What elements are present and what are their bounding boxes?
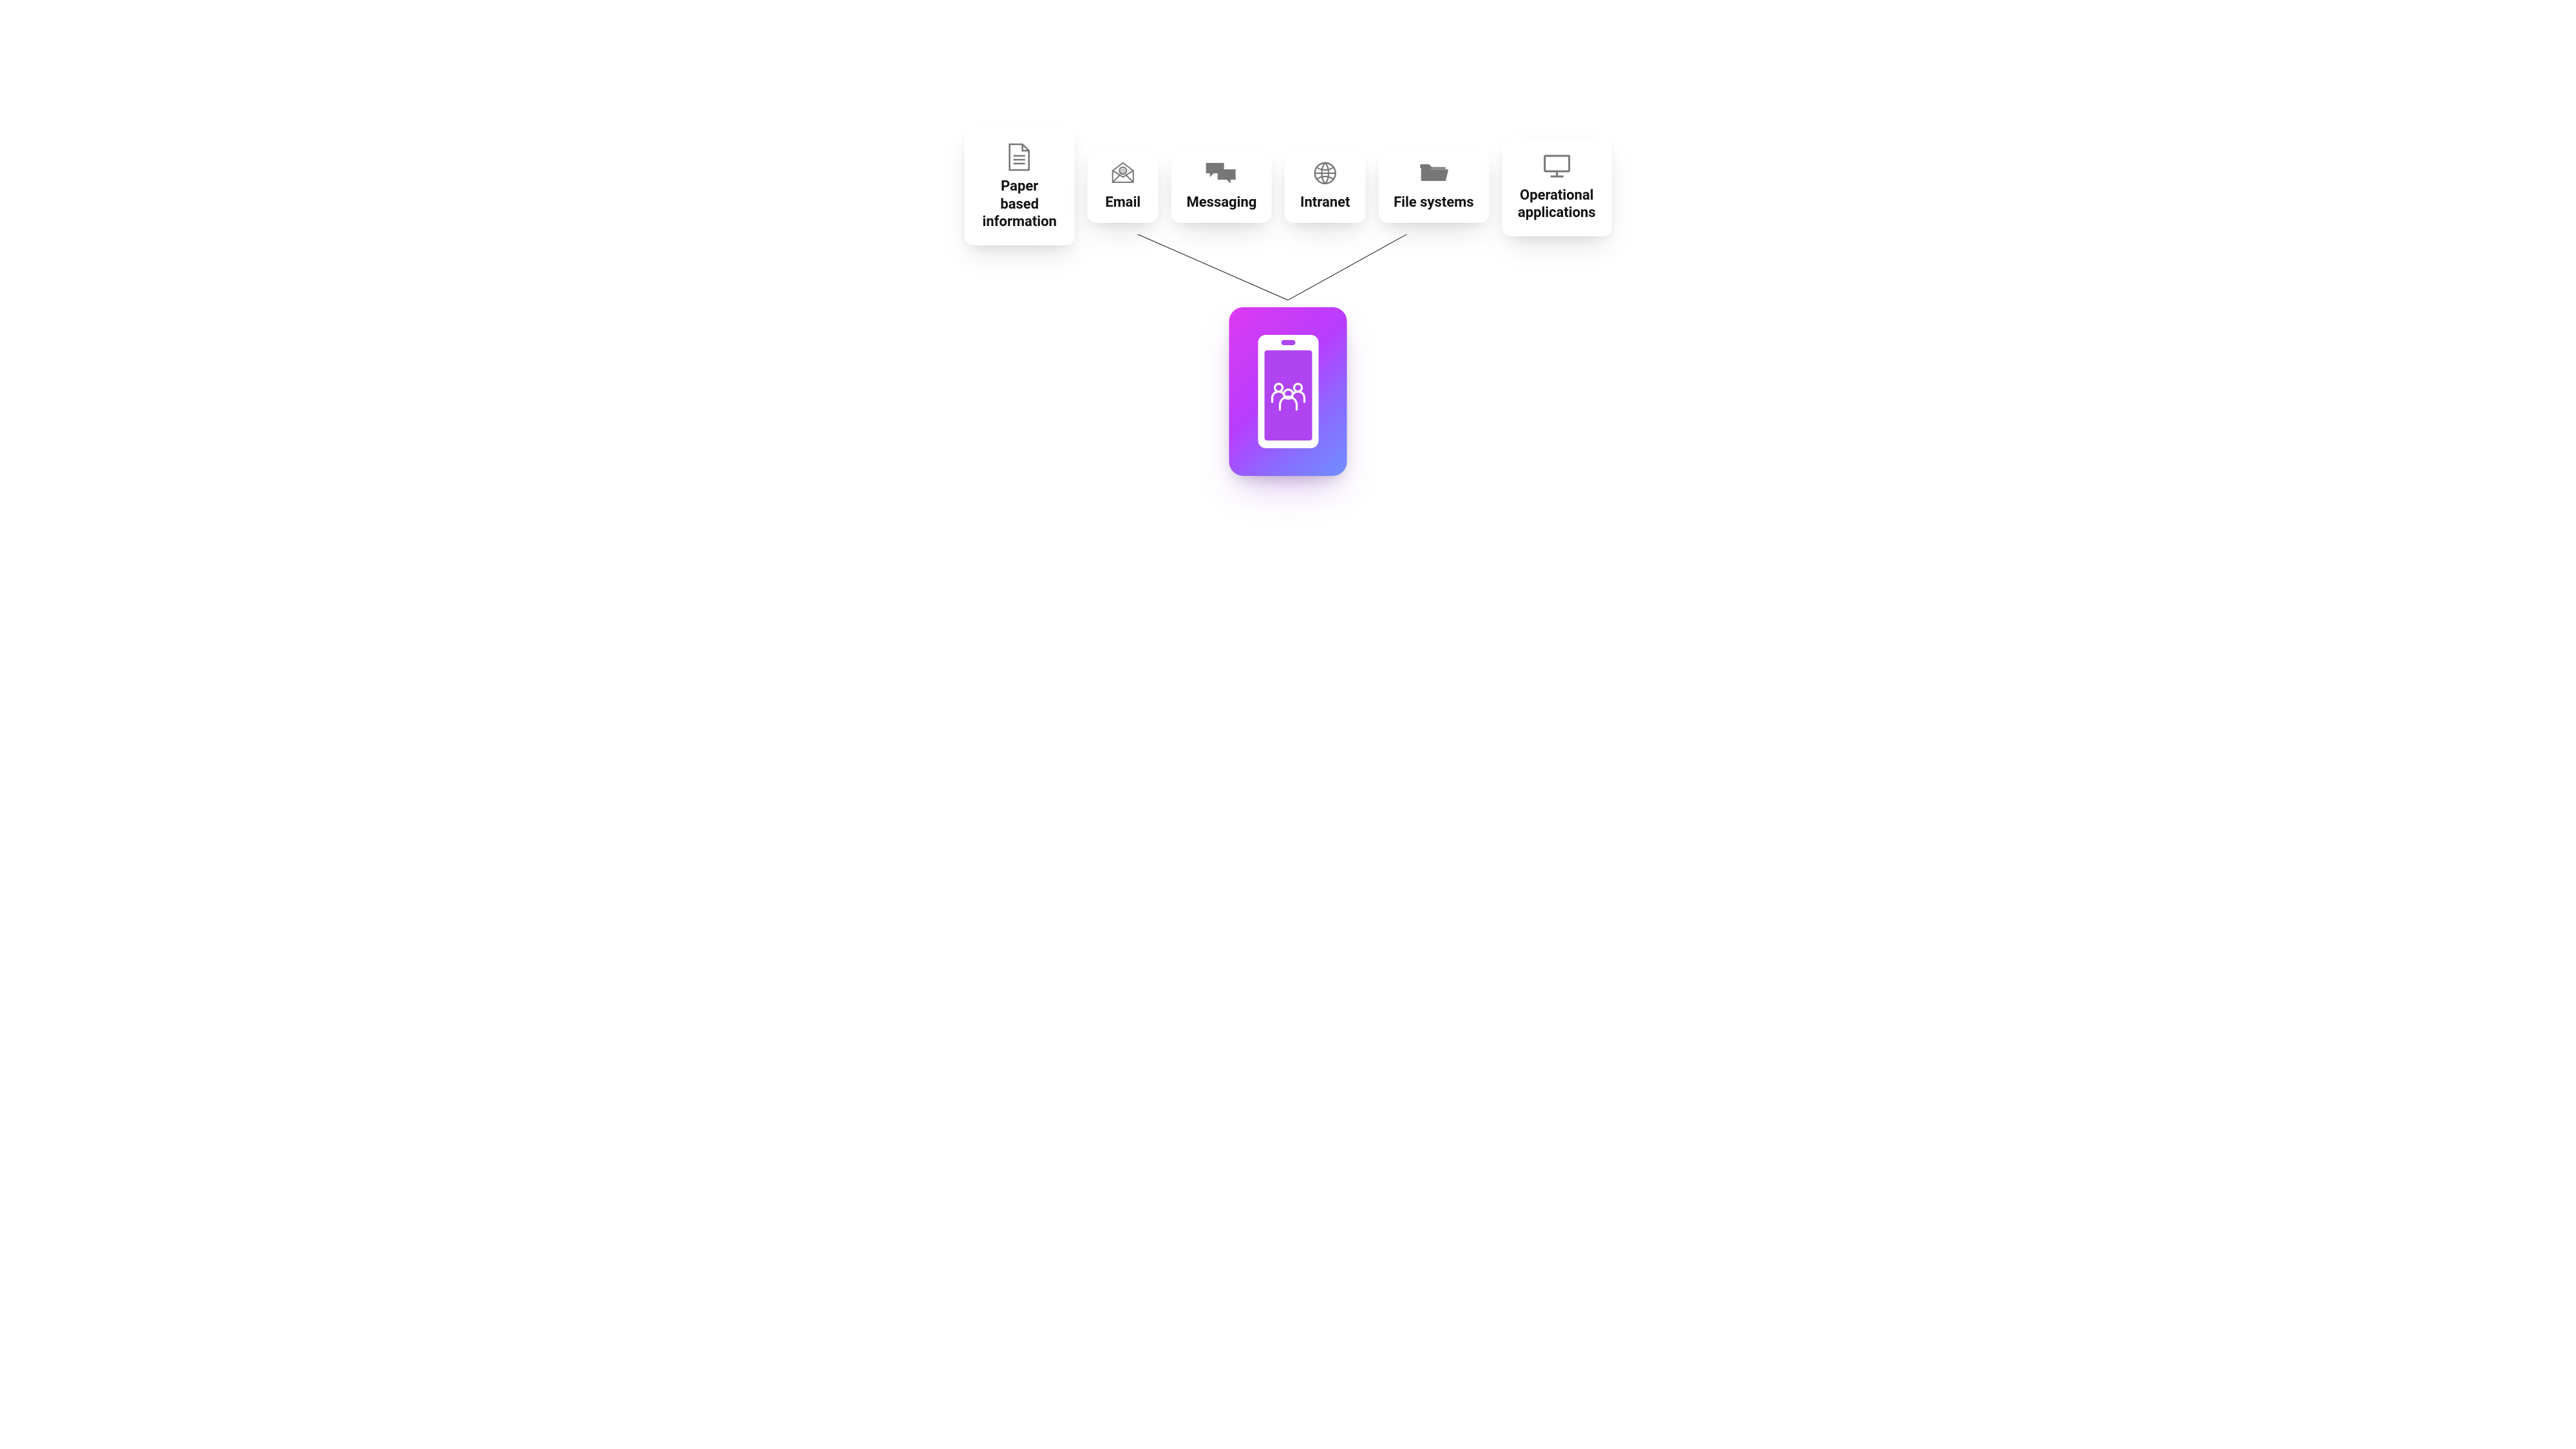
card-email: @ Email — [1088, 151, 1159, 223]
card-messaging: Messaging — [1171, 151, 1272, 223]
card-label: Intranet — [1300, 194, 1350, 212]
svg-text:@: @ — [1121, 167, 1126, 174]
card-file-systems: File systems — [1378, 151, 1489, 223]
mobile-people-icon — [1253, 327, 1323, 456]
card-label: Operational applications — [1518, 187, 1596, 222]
card-operational-applications: Operational applications — [1502, 138, 1611, 236]
card-label: Email — [1105, 194, 1141, 212]
card-label: Paper based information — [980, 178, 1059, 231]
card-paper-based-information: Paper based information — [965, 129, 1075, 245]
label-line: Paper based — [1000, 178, 1039, 213]
label-line: applications — [1518, 205, 1596, 221]
email-icon: @ — [1110, 159, 1136, 187]
card-label: Messaging — [1187, 194, 1257, 212]
hub-mobile-card — [1229, 307, 1347, 476]
chat-icon — [1205, 159, 1238, 187]
card-intranet: Intranet — [1285, 151, 1365, 223]
source-row: Paper based information @ Email — [965, 129, 1612, 245]
label-line: Operational — [1520, 187, 1594, 204]
globe-icon — [1313, 159, 1338, 187]
label-line: information — [983, 214, 1057, 230]
card-label: File systems — [1394, 194, 1473, 212]
document-icon — [1007, 143, 1032, 171]
monitor-icon — [1542, 152, 1571, 180]
folder-icon — [1419, 159, 1448, 187]
diagram-canvas: Paper based information @ Email — [824, 0, 1752, 522]
